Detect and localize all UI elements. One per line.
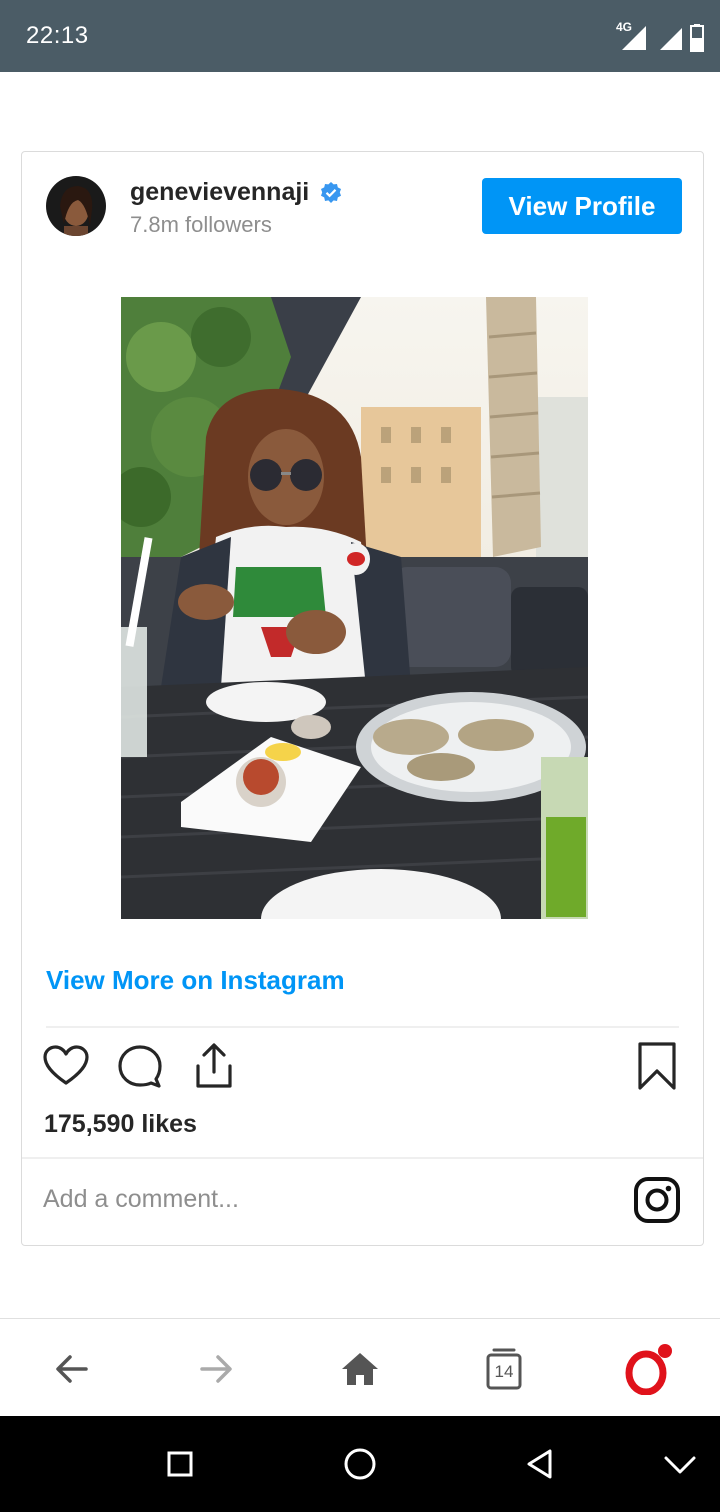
username-row: genevievennaji	[130, 178, 343, 207]
network-type: 4G	[616, 20, 633, 34]
forward-icon[interactable]	[190, 1343, 242, 1395]
instagram-logo-icon[interactable]	[633, 1176, 681, 1224]
username[interactable]: genevievennaji	[130, 178, 309, 207]
opera-menu-icon[interactable]	[622, 1343, 674, 1395]
add-comment-input[interactable]: Add a comment...	[43, 1185, 239, 1214]
like-count: 175,590 likes	[44, 1110, 197, 1138]
heart-icon[interactable]	[42, 1042, 90, 1090]
bookmark-icon[interactable]	[633, 1042, 681, 1090]
follower-count: 7.8m followers	[130, 212, 272, 237]
view-more-on-instagram-link[interactable]: View More on Instagram	[46, 965, 345, 996]
collapse-icon[interactable]	[660, 1444, 700, 1484]
browser-toolbar: 14	[0, 1318, 720, 1416]
tabs-icon[interactable]: 14	[478, 1343, 530, 1395]
battery-icon	[690, 24, 704, 53]
home-icon[interactable]	[334, 1343, 386, 1395]
status-icons: 4G	[616, 20, 704, 53]
comment-icon[interactable]	[116, 1042, 164, 1090]
instagram-embed-card: genevievennaji 7.8m followers View Profi…	[21, 151, 704, 1246]
avatar[interactable]	[46, 176, 106, 236]
divider	[22, 1157, 703, 1159]
home-circle-icon[interactable]	[340, 1444, 380, 1484]
share-icon[interactable]	[190, 1042, 238, 1090]
back-icon[interactable]	[46, 1343, 98, 1395]
status-time: 22:13	[26, 22, 89, 49]
status-bar: 22:13 4G	[0, 0, 720, 72]
action-bar	[42, 1042, 238, 1090]
recents-icon[interactable]	[160, 1444, 200, 1484]
back-triangle-icon[interactable]	[520, 1444, 560, 1484]
signal-icon: 4G	[616, 20, 648, 52]
view-profile-button[interactable]: View Profile	[482, 178, 682, 234]
tab-count: 14	[494, 1362, 514, 1381]
divider	[46, 1026, 679, 1028]
verified-badge-icon	[319, 181, 343, 205]
post-photo[interactable]	[121, 297, 588, 919]
system-navigation-bar	[0, 1416, 720, 1512]
signal-icon	[654, 22, 684, 52]
